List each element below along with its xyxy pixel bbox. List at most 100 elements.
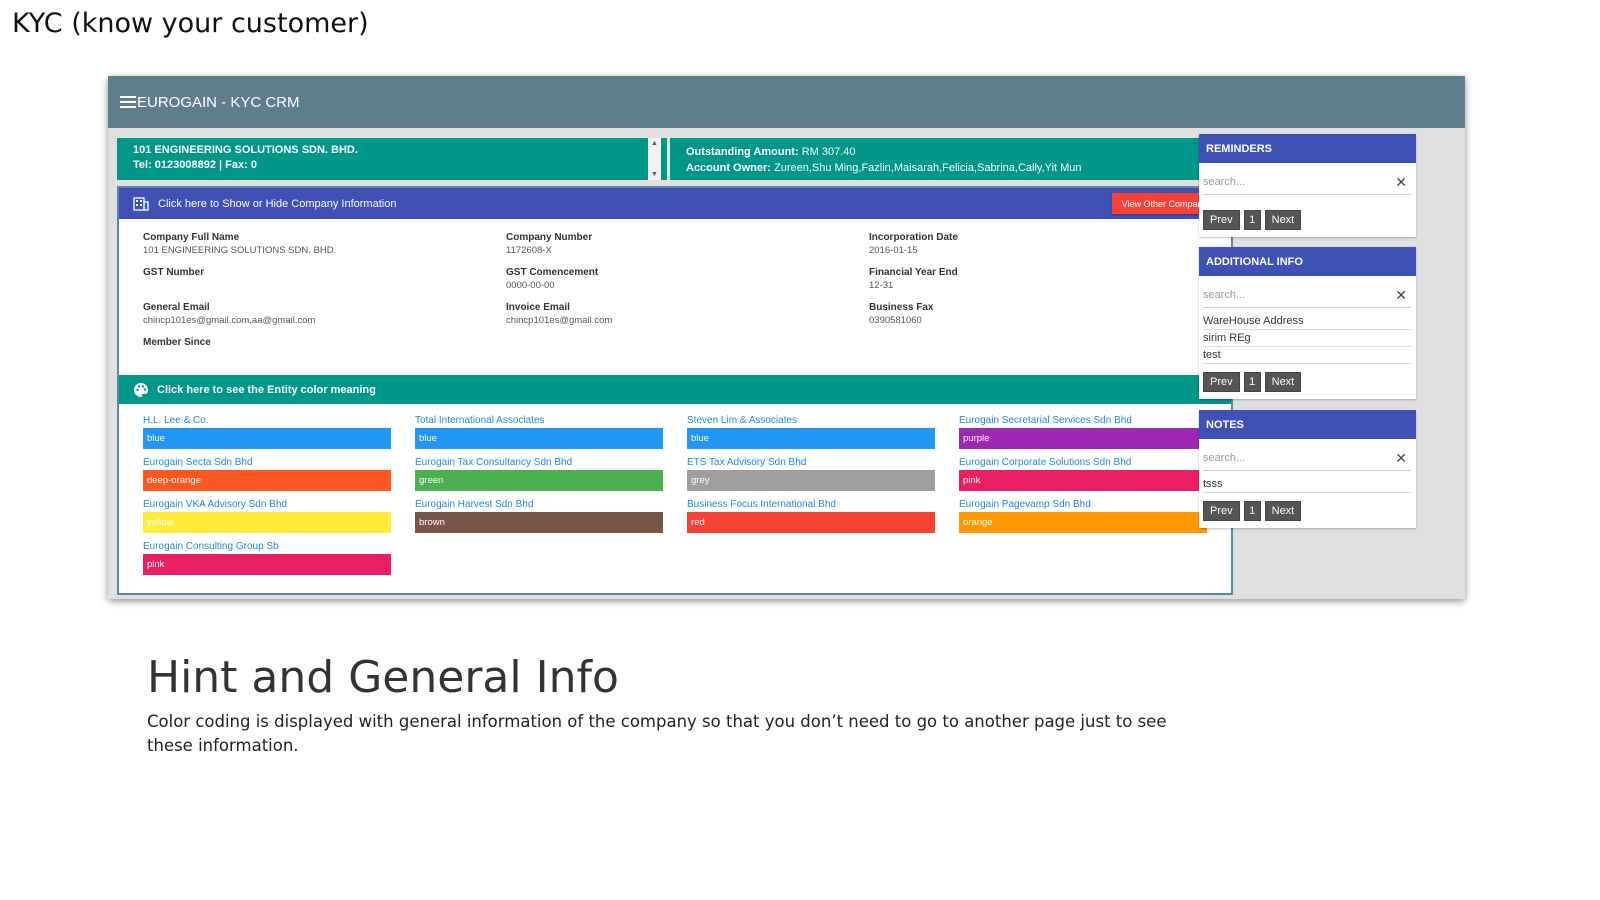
reminders-card: REMINDERS ✕ Prev 1 Next <box>1199 134 1416 237</box>
notes-title: NOTES <box>1199 410 1416 439</box>
info-incorporation-date: Incorporation Date 2016-01-15 <box>869 231 1229 259</box>
list-item[interactable]: tsss <box>1203 476 1411 493</box>
entity-name[interactable]: Eurogain Consulting Group Sb <box>143 540 415 553</box>
additional-info-pager: Prev 1 Next <box>1199 364 1416 399</box>
info-label: GST Comencement <box>506 267 599 278</box>
prev-button[interactable]: Prev <box>1203 210 1240 230</box>
list-item[interactable]: sirim REg <box>1203 330 1411 347</box>
company-contact: Tel: 0123008892 | Fax: 0 <box>133 159 257 171</box>
app-title: EUROGAIN - KYC CRM <box>137 93 300 111</box>
entity-item: Eurogain Secretarial Services Sdn Bhd pur… <box>959 414 1231 449</box>
info-value: 1172608-X <box>506 245 552 256</box>
info-label: General Email <box>143 302 210 313</box>
hint-title: Hint and General Info <box>147 652 619 703</box>
entity-name[interactable]: Business Focus International Bhd <box>687 498 959 511</box>
prev-button[interactable]: Prev <box>1203 501 1240 521</box>
company-banner: 101 ENGINEERING SOLUTIONS SDN. BHD. Tel:… <box>117 138 667 180</box>
info-value: 0000-00-00 <box>506 280 555 291</box>
additional-info-search-input[interactable] <box>1203 284 1383 306</box>
entity-color-toggle-label: Click here to see the Entity color meani… <box>157 383 376 396</box>
entity-name[interactable]: Eurogain Tax Consultancy Sdn Bhd <box>415 456 687 469</box>
info-gst-number: GST Number <box>143 266 506 294</box>
entity-color-grid: H.L. Lee & Co. blue Total International As… <box>119 404 1231 575</box>
entity-color-chip: purple <box>959 428 1207 449</box>
clear-search-icon[interactable]: ✕ <box>1395 174 1407 191</box>
info-invoice-email: Invoice Email chincp101es@gmail.com <box>506 301 869 329</box>
entity-color-chip: brown <box>415 512 663 533</box>
entity-item: Eurogain Harvest Sdn Bhd brown <box>415 498 687 533</box>
app-header: EUROGAIN - KYC CRM <box>108 76 1465 128</box>
additional-info-title: ADDITIONAL INFO <box>1199 247 1416 276</box>
list-item[interactable]: WareHouse Address <box>1203 313 1411 330</box>
info-company-full-name: Company Full Name 101 ENGINEERING SOLUTI… <box>143 231 506 259</box>
info-label: Incorporation Date <box>869 232 958 243</box>
prev-button[interactable]: Prev <box>1203 372 1240 392</box>
entity-item: Eurogain Pagevamp Sdn Bhd orange <box>959 498 1231 533</box>
additional-info-search: ✕ <box>1203 284 1411 308</box>
entity-color-chip: orange <box>959 512 1207 533</box>
entity-item: H.L. Lee & Co. blue <box>143 414 415 449</box>
info-value: chincp101es@gmail.com <box>506 315 613 326</box>
entity-name[interactable]: Eurogain Secretarial Services Sdn Bhd <box>959 414 1231 427</box>
outstanding-value: RM 307.40 <box>801 146 856 158</box>
page-number-button[interactable]: 1 <box>1243 372 1261 392</box>
info-financial-year-end: Financial Year End 12-31 <box>869 266 1229 294</box>
owner-banner: Outstanding Amount: RM 307.40 Account Ow… <box>670 138 1233 180</box>
scroll-up-icon[interactable]: ▲ <box>651 140 658 147</box>
entity-name[interactable]: Total International Associates <box>415 414 687 427</box>
entity-item: Eurogain VKA Advisory Sdn Bhd yellow <box>143 498 415 533</box>
clear-search-icon[interactable]: ✕ <box>1395 287 1407 304</box>
entity-color-toggle[interactable]: Click here to see the Entity color meani… <box>119 375 1231 404</box>
menu-icon[interactable] <box>120 96 136 108</box>
reminders-title: REMINDERS <box>1199 134 1416 163</box>
outstanding-label: Outstanding Amount: <box>686 146 799 158</box>
hint-text: Color coding is displayed with general i… <box>147 712 1167 755</box>
page-number-button[interactable]: 1 <box>1243 210 1261 230</box>
info-business-fax: Business Fax 0390581060 <box>869 301 1229 329</box>
clear-search-icon[interactable]: ✕ <box>1395 450 1407 467</box>
main-panel: Click here to Show or Hide Company Infor… <box>117 186 1233 595</box>
scroll-down-icon[interactable]: ▼ <box>651 171 658 178</box>
info-value: chincp101es@gmail.com,aa@gmail.com <box>143 315 316 326</box>
notes-search-input[interactable] <box>1203 447 1383 469</box>
company-info-toggle[interactable]: Click here to Show or Hide Company Infor… <box>119 188 1231 219</box>
list-item[interactable]: test <box>1203 347 1411 364</box>
info-gst-commencement: GST Comencement 0000-00-00 <box>506 266 869 294</box>
entity-name[interactable]: Eurogain Secta Sdn Bhd <box>143 456 415 469</box>
entity-color-chip: grey <box>687 470 935 491</box>
reminders-search-input[interactable] <box>1203 171 1383 193</box>
entity-name[interactable]: Eurogain Pagevamp Sdn Bhd <box>959 498 1231 511</box>
entity-name[interactable]: Eurogain Corporate Solutions Sdn Bhd <box>959 456 1231 469</box>
additional-info-card: ADDITIONAL INFO ✕ WareHouse Address siri… <box>1199 247 1416 399</box>
info-value: 2016-01-15 <box>869 245 918 256</box>
owner-label: Account Owner: <box>686 162 771 174</box>
entity-color-chip: deep-orange <box>143 470 391 491</box>
entity-item: Eurogain Corporate Solutions Sdn Bhd pink <box>959 456 1231 491</box>
info-label: Member Since <box>143 337 211 348</box>
next-button[interactable]: Next <box>1264 372 1302 392</box>
owner-value: Zureen,Shu Ming,Fazlin,Maisarah,Felicia,… <box>774 162 1082 174</box>
building-icon <box>133 196 149 211</box>
info-label: Invoice Email <box>506 302 570 313</box>
entity-name[interactable]: Eurogain VKA Advisory Sdn Bhd <box>143 498 415 511</box>
info-label: Business Fax <box>869 302 934 313</box>
page-number-button[interactable]: 1 <box>1243 501 1261 521</box>
next-button[interactable]: Next <box>1264 210 1302 230</box>
app-screenshot: EUROGAIN - KYC CRM 101 ENGINEERING SOLUT… <box>108 76 1465 599</box>
reminders-pager: Prev 1 Next <box>1199 195 1416 237</box>
notes-search: ✕ <box>1203 447 1411 471</box>
entity-item: ETS Tax Advisory Sdn Bhd grey <box>687 456 959 491</box>
additional-info-list: WareHouse Address sirim REg test <box>1203 313 1411 364</box>
entity-name[interactable]: ETS Tax Advisory Sdn Bhd <box>687 456 959 469</box>
entity-name[interactable]: Steven Lim & Associates <box>687 414 959 427</box>
entity-color-chip: blue <box>415 428 663 449</box>
entity-item: Eurogain Secta Sdn Bhd deep-orange <box>143 456 415 491</box>
reminders-search: ✕ <box>1203 171 1411 195</box>
entity-name[interactable]: Eurogain Harvest Sdn Bhd <box>415 498 687 511</box>
entity-color-chip: blue <box>143 428 391 449</box>
entity-color-chip: blue <box>687 428 935 449</box>
entity-item: Business Focus International Bhd red <box>687 498 959 533</box>
entity-name[interactable]: H.L. Lee & Co. <box>143 414 415 427</box>
banner-scrollbar[interactable]: ▲ ▼ <box>648 138 661 180</box>
next-button[interactable]: Next <box>1264 501 1302 521</box>
